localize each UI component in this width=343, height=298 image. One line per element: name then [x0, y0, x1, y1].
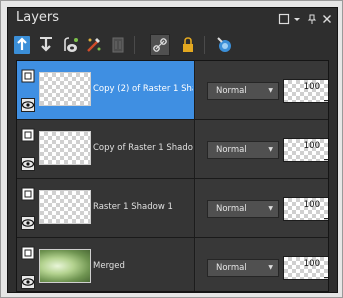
blend-mode-value: Normal — [216, 86, 247, 96]
layer-info[interactable]: Copy of Raster 1 Shadow — [17, 120, 195, 178]
layer-thumbnail — [39, 131, 91, 165]
visibility-eye-icon[interactable] — [21, 216, 35, 230]
opacity-field[interactable]: 100 — [283, 197, 328, 221]
layer-controls: Normal ▼ 100 — [196, 120, 328, 178]
dropdown-icon[interactable] — [291, 13, 303, 25]
layer-name: Merged — [93, 261, 125, 271]
resize-grip-icon[interactable] — [324, 271, 328, 278]
visibility-eye-icon[interactable] — [21, 275, 35, 289]
panel-title: Layers — [16, 10, 60, 25]
blend-mode-value: Normal — [216, 145, 247, 155]
blend-mode-select[interactable]: Normal ▼ — [207, 141, 279, 159]
layer-info[interactable]: Merged — [17, 238, 195, 291]
new-raster-layer-icon[interactable] — [12, 34, 32, 56]
adjustment-layer-icon[interactable] — [84, 34, 104, 56]
layer-name: Copy of Raster 1 Shadow — [93, 143, 193, 153]
toolbar-divider — [204, 36, 205, 54]
link-layers-icon[interactable] — [150, 34, 170, 56]
layers-panel: Layers Copy (2) of Raster 1 Sh Normal ▼ … — [7, 7, 338, 293]
layer-controls: Normal ▼ 100 — [196, 61, 328, 119]
opacity-field[interactable]: 100 — [283, 138, 328, 162]
opacity-value: 100 — [303, 141, 320, 151]
pin-icon[interactable] — [306, 13, 318, 25]
chevron-down-icon: ▼ — [268, 205, 273, 212]
blend-mode-select[interactable]: Normal ▼ — [207, 200, 279, 218]
new-vector-layer-icon[interactable] — [36, 34, 56, 56]
layer-row[interactable]: Copy of Raster 1 Shadow Normal ▼ 100 — [17, 120, 328, 179]
visibility-eye-icon[interactable] — [21, 157, 35, 171]
layer-name: Copy (2) of Raster 1 Shadow — [93, 84, 193, 94]
layer-thumbnail — [39, 72, 91, 106]
resize-grip-icon[interactable] — [324, 153, 328, 160]
chevron-down-icon: ▼ — [268, 87, 273, 94]
layer-row[interactable]: Merged Normal ▼ 100 — [17, 238, 328, 291]
blend-mode-select[interactable]: Normal ▼ — [207, 259, 279, 277]
blend-mode-value: Normal — [216, 204, 247, 214]
layer-thumbnail — [39, 190, 91, 224]
layer-thumbnail — [39, 249, 91, 283]
delete-layer-icon[interactable] — [108, 34, 128, 56]
layer-row[interactable]: Copy (2) of Raster 1 Shadow Normal ▼ 100 — [17, 61, 328, 120]
maximize-icon[interactable] — [278, 13, 290, 25]
chevron-down-icon: ▼ — [268, 146, 273, 153]
visibility-eye-icon[interactable] — [21, 98, 35, 112]
opacity-value: 100 — [303, 82, 320, 92]
blend-mode-select[interactable]: Normal ▼ — [207, 82, 279, 100]
toolbar-divider — [134, 36, 135, 54]
window-frame: Layers Copy (2) of Raster 1 Sh Normal ▼ … — [0, 0, 343, 298]
layer-type-icon — [21, 69, 35, 83]
opacity-field[interactable]: 100 — [283, 79, 328, 103]
layer-type-icon — [21, 187, 35, 201]
layers-toolbar — [8, 32, 337, 58]
layer-info[interactable]: Copy (2) of Raster 1 Shadow — [17, 61, 195, 119]
layer-type-icon — [21, 128, 35, 142]
new-mask-layer-icon[interactable] — [60, 34, 80, 56]
layer-type-icon — [21, 246, 35, 260]
lock-icon[interactable] — [178, 34, 198, 56]
close-icon[interactable] — [321, 13, 333, 25]
opacity-value: 100 — [303, 200, 320, 210]
resize-grip-icon[interactable] — [324, 212, 328, 219]
resize-grip-icon[interactable] — [324, 94, 328, 101]
layer-info[interactable]: Raster 1 Shadow 1 — [17, 179, 195, 237]
chevron-down-icon: ▼ — [268, 264, 273, 271]
title-bar: Layers — [8, 8, 337, 30]
layers-list: Copy (2) of Raster 1 Shadow Normal ▼ 100 — [16, 60, 329, 292]
layer-row[interactable]: Raster 1 Shadow 1 Normal ▼ 100 — [17, 179, 328, 238]
blend-mode-value: Normal — [216, 263, 247, 273]
layer-styles-icon[interactable] — [214, 34, 234, 56]
layer-controls: Normal ▼ 100 — [196, 179, 328, 237]
opacity-field[interactable]: 100 — [283, 256, 328, 280]
opacity-value: 100 — [303, 259, 320, 269]
layer-name: Raster 1 Shadow 1 — [93, 202, 173, 212]
layer-controls: Normal ▼ 100 — [196, 238, 328, 291]
